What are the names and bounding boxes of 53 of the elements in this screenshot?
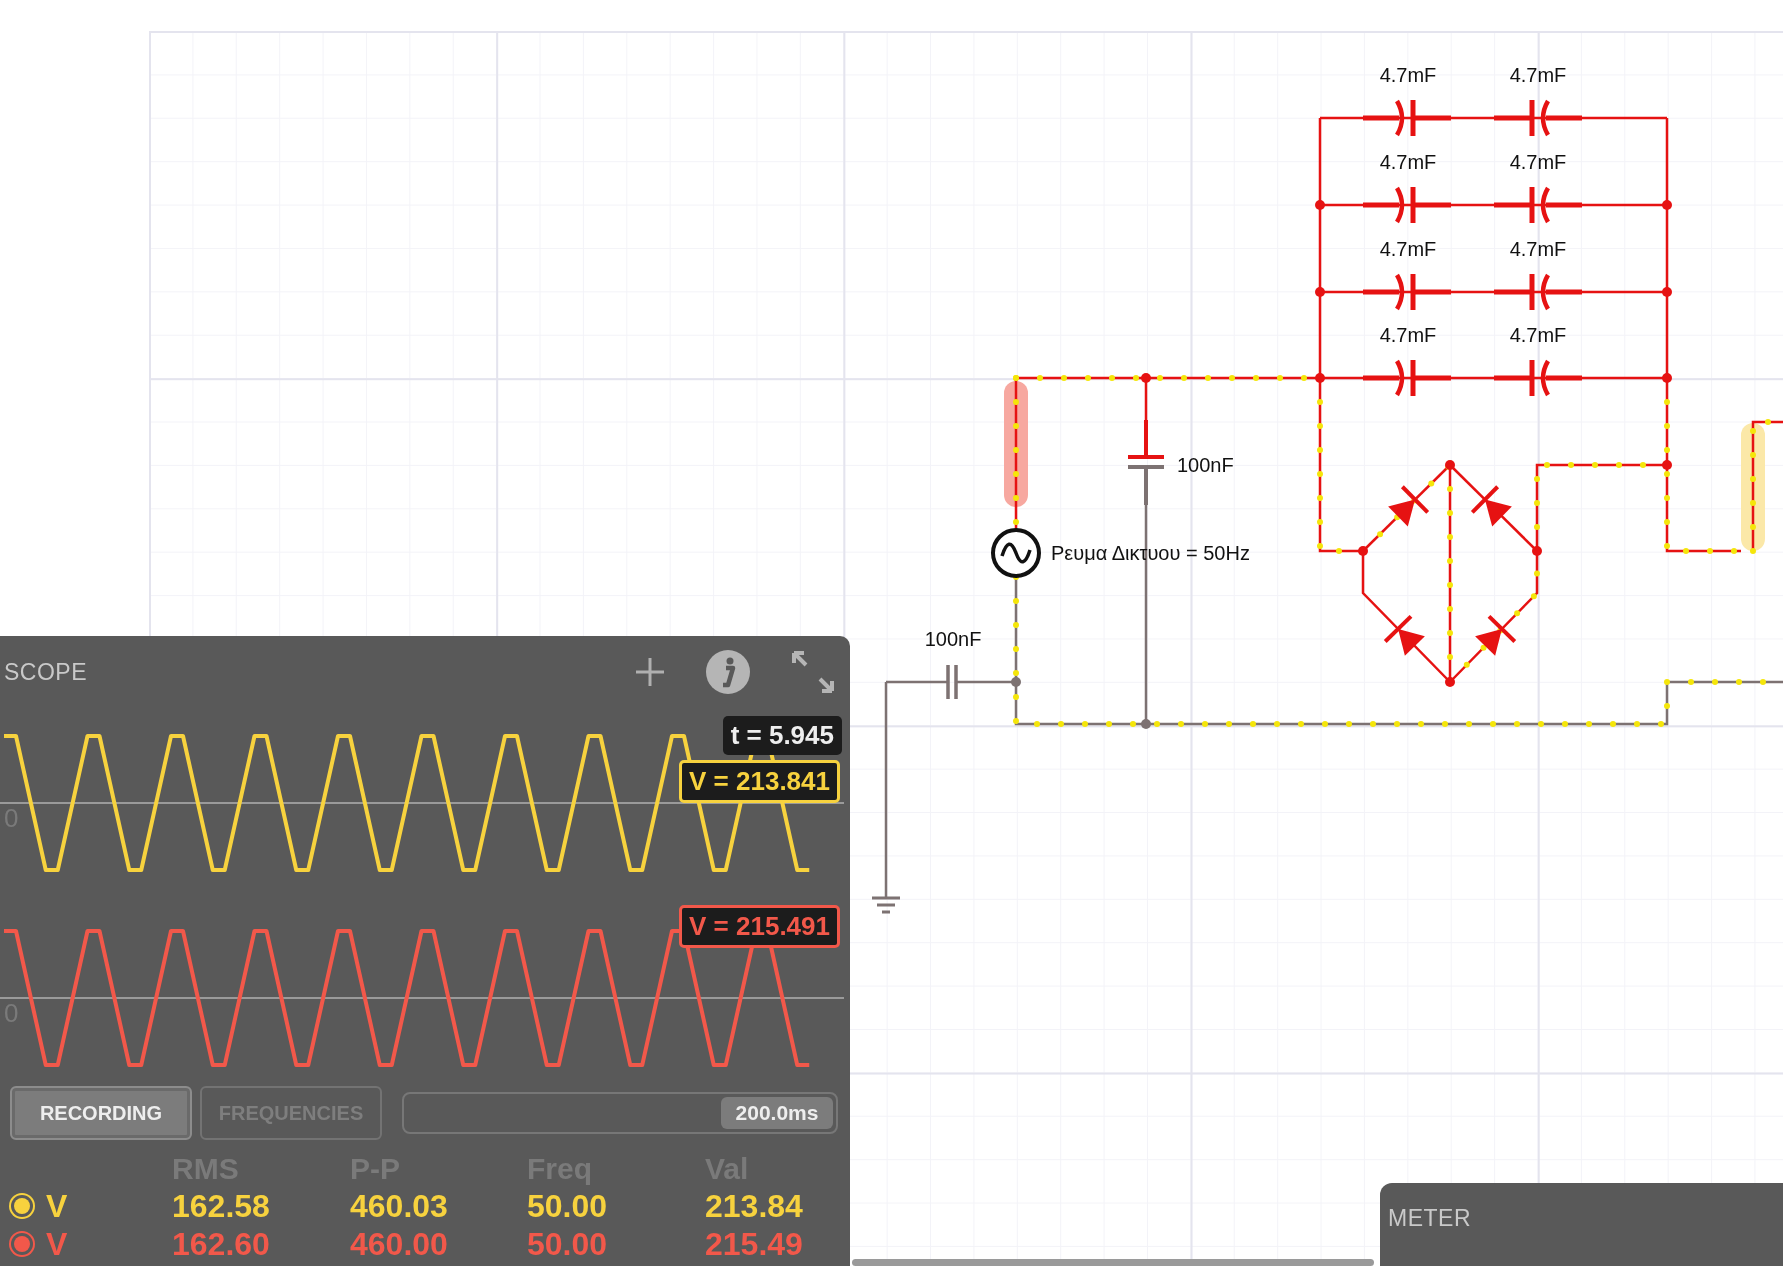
component-label: 4.7mF (1379, 324, 1437, 346)
mode-tab[interactable]: RECORDING (10, 1086, 192, 1140)
component-label: 4.7mF (1379, 64, 1437, 86)
component-label: 4.7mF (1379, 238, 1437, 260)
panel-title: METER (1388, 1205, 1471, 1232)
table-cell-text: 460.03 (350, 1188, 449, 1224)
info-icon[interactable] (706, 650, 750, 694)
junction-dot (1662, 287, 1672, 297)
value-readout: V = 215.491 (679, 905, 840, 948)
junction-dot (1662, 200, 1672, 210)
junction-dot (1315, 200, 1325, 210)
table-cell-text: 460.00 (350, 1226, 449, 1262)
ground-symbol (870, 896, 902, 914)
expand-icon[interactable] (790, 649, 836, 695)
component-label: 4.7mF (1509, 238, 1567, 260)
table-cell-text: 162.60 (172, 1226, 271, 1262)
component-label: 4.7mF (1509, 151, 1567, 173)
diode-symbol (1475, 614, 1517, 656)
junction-dot (1011, 677, 1021, 687)
slider-thumb[interactable]: 200.0ms (721, 1097, 833, 1129)
component-label: 4.7mF (1379, 151, 1437, 173)
diode-symbol (1383, 614, 1425, 656)
junction-dot (1141, 719, 1151, 729)
component-label: 4.7mF (1509, 324, 1567, 346)
junction-dot (1315, 287, 1325, 297)
junction-dot (1532, 546, 1542, 556)
component-label: 4.7mF (1509, 64, 1567, 86)
value-readout: V = 213.841 (679, 760, 840, 803)
panel-title: SCOPE (4, 658, 89, 686)
capacitor-symbol (946, 663, 958, 701)
scrollbar[interactable] (852, 1259, 1374, 1266)
timescale-slider[interactable]: 200.0ms (402, 1092, 838, 1134)
time-readout: t = 5.945 (722, 716, 842, 755)
junction-dot (1315, 373, 1325, 383)
component-label: 100nF (1177, 454, 1234, 476)
channel-name: V (46, 1226, 68, 1262)
junction-dot (1445, 677, 1455, 687)
table-cell-text: 50.00 (527, 1188, 609, 1224)
channel-name: V (46, 1188, 68, 1224)
plus-icon[interactable] (634, 656, 666, 688)
junction-dot (1141, 373, 1151, 383)
diode-symbol (1388, 485, 1430, 527)
junction-dot (1662, 373, 1672, 383)
table-cell-text: 213.84 (705, 1188, 804, 1224)
junction-dot (1445, 460, 1455, 470)
table-cell-text: 162.58 (172, 1188, 271, 1224)
junction-dot (1662, 460, 1672, 470)
table-cell-text: 50.00 (527, 1226, 609, 1262)
diode-symbol (1470, 485, 1512, 527)
ac-source-symbol (991, 528, 1041, 578)
component-label: 100nF (924, 628, 982, 650)
junction-dot (1358, 546, 1368, 556)
table-cell-text: 215.49 (705, 1226, 804, 1262)
